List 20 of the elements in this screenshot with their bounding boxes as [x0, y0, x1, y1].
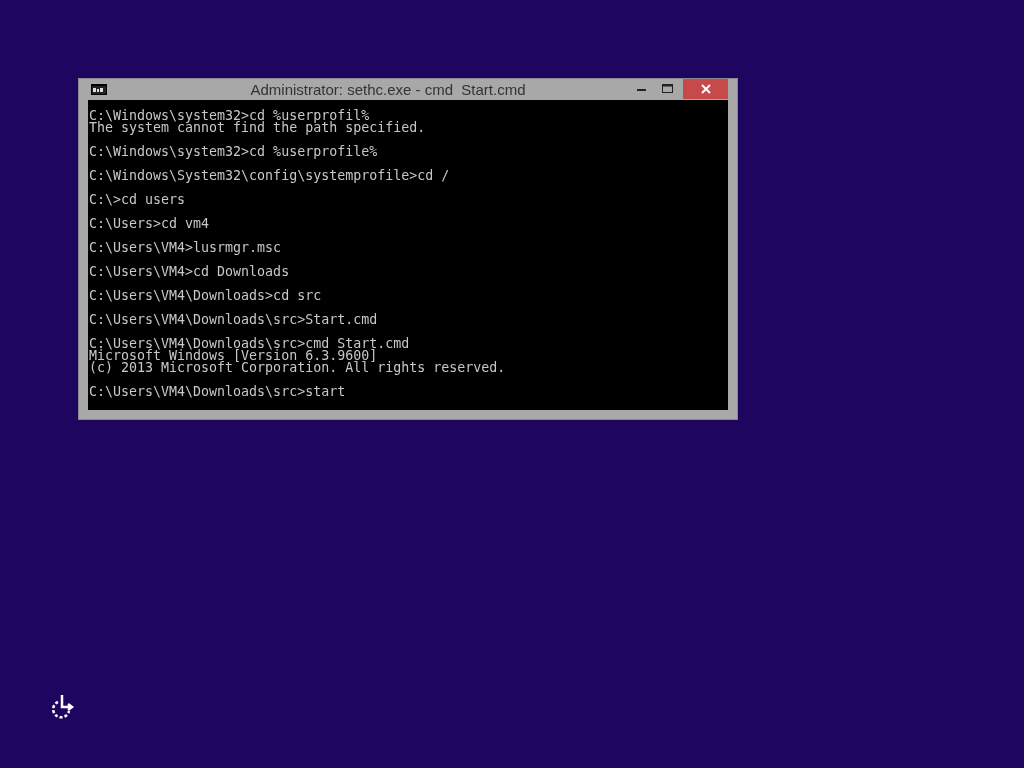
console-line: (c) 2013 Microsoft Corporation. All rights reserved. — [89, 362, 507, 374]
close-icon — [699, 83, 712, 95]
console-icon — [91, 84, 107, 95]
console-line: Microsoft Windows [Version 6.3.9600] — [89, 350, 378, 362]
console-line: C:\Windows\system32>cd %userprofil% — [89, 110, 370, 122]
console-line: C:\Users\VM4\Downloads>cd src — [89, 290, 323, 302]
console-line: C:\Users\VM4\Downloads\src>start — [89, 386, 347, 398]
console-line: C:\Users\VM4\Downloads\src>cmd Start.cmd — [89, 338, 411, 350]
console-line: C:\Users\VM4\Downloads\src>Start.cmd — [89, 314, 379, 326]
window-title: Administrator: sethc.exe - cmd Start.cmd — [249, 81, 527, 98]
maximize-icon — [662, 84, 674, 94]
console-line: The system cannot find the path specified. — [89, 122, 427, 134]
console-line: C:\Users\VM4>cd Downloads — [89, 266, 291, 278]
close-button[interactable] — [683, 79, 728, 99]
console-line: C:\>cd users — [89, 194, 187, 206]
console-line: C:\Windows\system32>cd %userprofile% — [89, 146, 379, 158]
console-line: C:\Windows\System32\config\systemprofile>cd / — [89, 170, 451, 182]
minimize-icon — [637, 87, 647, 91]
console-line: C:\Users>cd vm4 — [89, 218, 211, 230]
console-line: C:\Users\VM4>lusrmgr.msc — [89, 242, 283, 254]
